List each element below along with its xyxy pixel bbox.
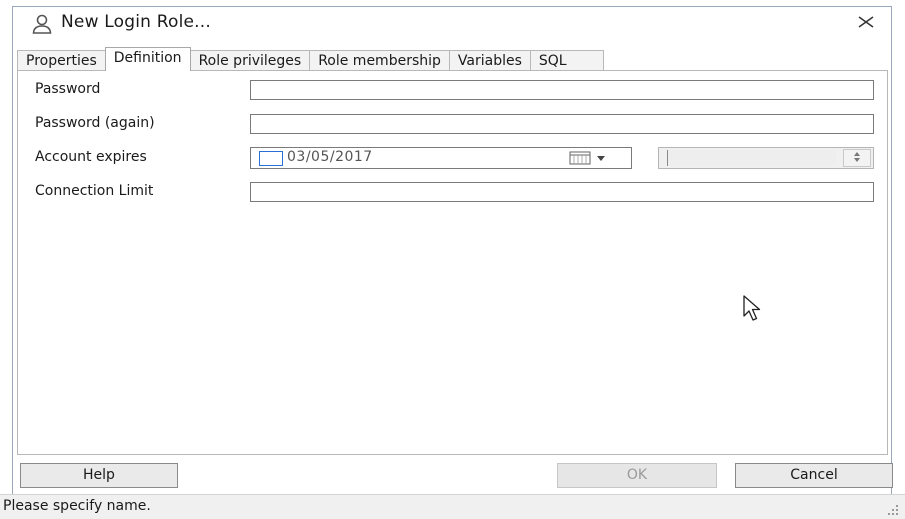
tab-sql[interactable]: SQL [529,50,604,71]
account-expires-date-picker[interactable]: 03/05/2017 [250,147,632,169]
definition-panel: Password Password (again) Account expire… [17,70,888,455]
password-again-label: Password (again) [35,115,155,131]
ok-button[interactable]: OK [557,463,717,488]
mouse-pointer-icon [743,295,761,321]
tab-definition[interactable]: Definition [104,47,191,71]
tab-role-membership[interactable]: Role membership [309,50,450,71]
account-expires-time-field[interactable] [667,150,836,166]
account-expires-time-picker[interactable] [658,147,874,169]
password-label: Password [35,81,101,97]
calendar-dropdown-icon[interactable] [569,151,615,165]
tab-role-privileges[interactable]: Role privileges [189,50,311,71]
account-expires-date: 03/05/2017 [287,149,373,165]
password-field[interactable] [250,80,874,100]
tab-strip: Properties Definition Role privileges Ro… [17,47,604,71]
user-icon [32,14,52,34]
resize-grip-icon[interactable] [887,504,899,516]
dialog-title: New Login Role... [61,12,211,32]
connection-limit-label: Connection Limit [35,183,154,199]
title-bar[interactable]: New Login Role... [13,7,890,41]
tab-variables[interactable]: Variables [448,50,531,71]
close-icon[interactable] [854,11,878,35]
status-bar: Please specify name. [0,494,905,519]
connection-limit-field[interactable] [250,182,874,202]
account-expires-checkbox[interactable] [259,151,283,166]
time-spinner-icon[interactable] [843,149,871,167]
cancel-button[interactable]: Cancel [735,463,893,488]
tab-properties[interactable]: Properties [17,50,106,71]
help-button[interactable]: Help [20,463,178,488]
status-message: Please specify name. [3,498,151,514]
account-expires-label: Account expires [35,149,147,165]
password-again-field[interactable] [250,114,874,134]
new-login-role-dialog: New Login Role... Properties Definition … [0,0,905,519]
